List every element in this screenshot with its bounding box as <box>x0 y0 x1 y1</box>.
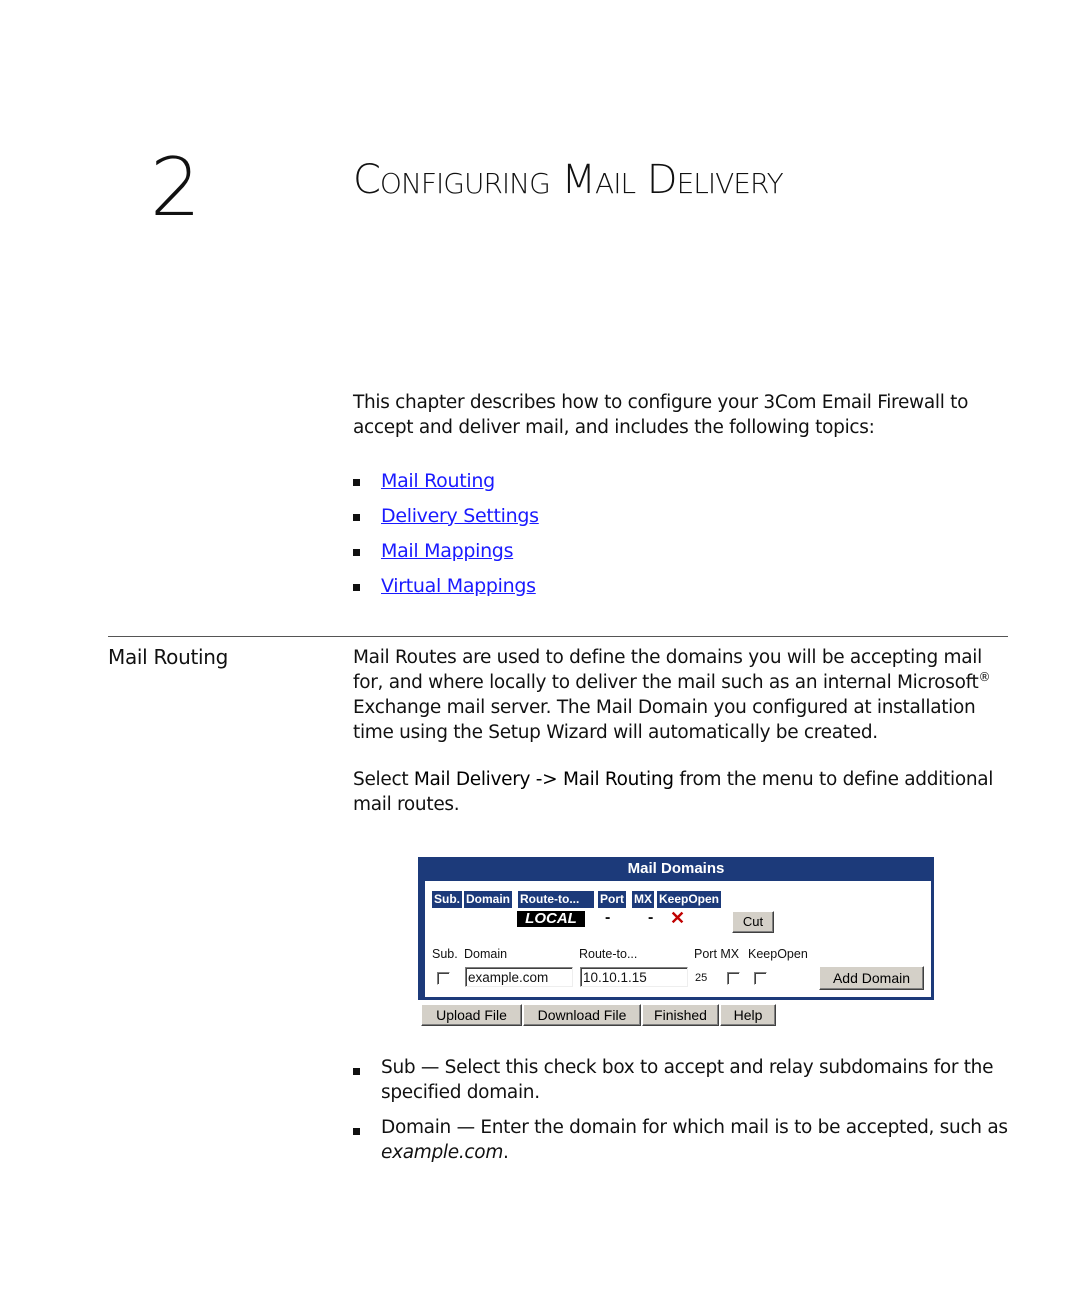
chapter-title: Configuring Mail Delivery <box>353 157 784 203</box>
finished-button[interactable]: Finished <box>642 1004 719 1026</box>
para-text: Exchange mail server. The Mail Domain yo… <box>353 697 976 743</box>
add-domain-button[interactable]: Add Domain <box>819 966 924 990</box>
col-header-route: Route-to... <box>518 891 594 908</box>
description: — Enter the domain for which mail is to … <box>451 1117 1008 1138</box>
link-mail-routing[interactable]: Mail Routing <box>381 470 495 492</box>
field-description-list: Domain — Enter the domain for which mail… <box>353 1115 1013 1165</box>
para-text: Mail Routes are used to define the domai… <box>353 647 982 693</box>
help-button[interactable]: Help <box>720 1004 776 1026</box>
link-mail-mappings[interactable]: Mail Mappings <box>381 540 513 562</box>
topic-list: Mail Routing Delivery Settings Mail Mapp… <box>353 463 539 603</box>
example-domain: example.com <box>381 1142 504 1163</box>
bullet-icon <box>353 583 360 591</box>
link-delivery-settings[interactable]: Delivery Settings <box>381 505 539 527</box>
field-description-domain: Domain — Enter the domain for which mail… <box>353 1115 1013 1165</box>
bullet-icon <box>353 478 360 486</box>
section-divider <box>108 636 1008 637</box>
punctuation: . <box>503 1142 509 1163</box>
label-domain: Domain <box>464 947 508 961</box>
download-file-button[interactable]: Download File <box>523 1004 641 1026</box>
topic-item: Delivery Settings <box>353 498 539 533</box>
col-header-port: Port <box>598 891 626 908</box>
bullet-icon <box>353 548 360 556</box>
term: Domain <box>381 1117 451 1138</box>
bullet-icon <box>353 1068 360 1075</box>
topic-item: Virtual Mappings <box>353 568 539 603</box>
col-header-sub: Sub. <box>432 891 462 908</box>
menu-path: Mail Delivery -> Mail Routing <box>413 769 674 790</box>
bullet-icon <box>353 513 360 521</box>
col-header-keepopen: KeepOpen <box>657 891 722 908</box>
port-value: - <box>605 909 611 926</box>
label-route: Route-to... <box>579 947 638 961</box>
port-value: 25 <box>695 972 708 984</box>
term: Sub <box>381 1057 416 1078</box>
label-keepopen: KeepOpen <box>748 947 808 961</box>
mail-routes-paragraph: Mail Routes are used to define the domai… <box>353 645 1013 745</box>
local-route-badge: LOCAL <box>517 911 585 927</box>
field-description-sub: Sub — Select this check box to accept an… <box>353 1055 1013 1105</box>
bullet-icon <box>353 1128 360 1135</box>
topic-item: Mail Routing <box>353 463 539 498</box>
registered-mark: ® <box>978 669 991 684</box>
route-input[interactable]: 10.10.1.15 <box>580 967 688 987</box>
cut-button[interactable]: Cut <box>732 911 774 933</box>
panel-body: Sub. Domain Route-to... Port MX KeepOpen… <box>425 881 931 997</box>
intro-paragraph: This chapter describes how to configure … <box>353 392 969 438</box>
label-port-mx: Port MX <box>694 947 740 961</box>
chapter-number: 2 <box>150 141 201 234</box>
mx-value: - <box>648 909 654 926</box>
section-heading: Mail Routing <box>108 645 229 669</box>
panel-title: Mail Domains <box>627 860 725 877</box>
col-header-domain: Domain <box>464 891 513 908</box>
mail-domains-panel: Mail Domains Sub. Domain Route-to... Por… <box>418 857 934 1000</box>
field-description-list: Sub — Select this check box to accept an… <box>353 1055 1013 1105</box>
keepopen-checkbox[interactable] <box>754 972 767 985</box>
upload-file-button[interactable]: Upload File <box>421 1004 522 1026</box>
mx-checkbox[interactable] <box>727 972 740 985</box>
sub-checkbox[interactable] <box>437 972 450 985</box>
x-icon: ✕ <box>670 908 686 928</box>
para-text: Select <box>353 769 414 790</box>
topic-item: Mail Mappings <box>353 533 539 568</box>
label-sub: Sub. <box>432 947 458 961</box>
col-header-mx: MX <box>632 891 654 908</box>
select-menu-paragraph: Select Mail Delivery -> Mail Routing fro… <box>353 767 1013 817</box>
link-virtual-mappings[interactable]: Virtual Mappings <box>381 575 536 597</box>
description: — Select this check box to accept and re… <box>381 1057 994 1103</box>
domain-input[interactable]: example.com <box>465 967 573 987</box>
